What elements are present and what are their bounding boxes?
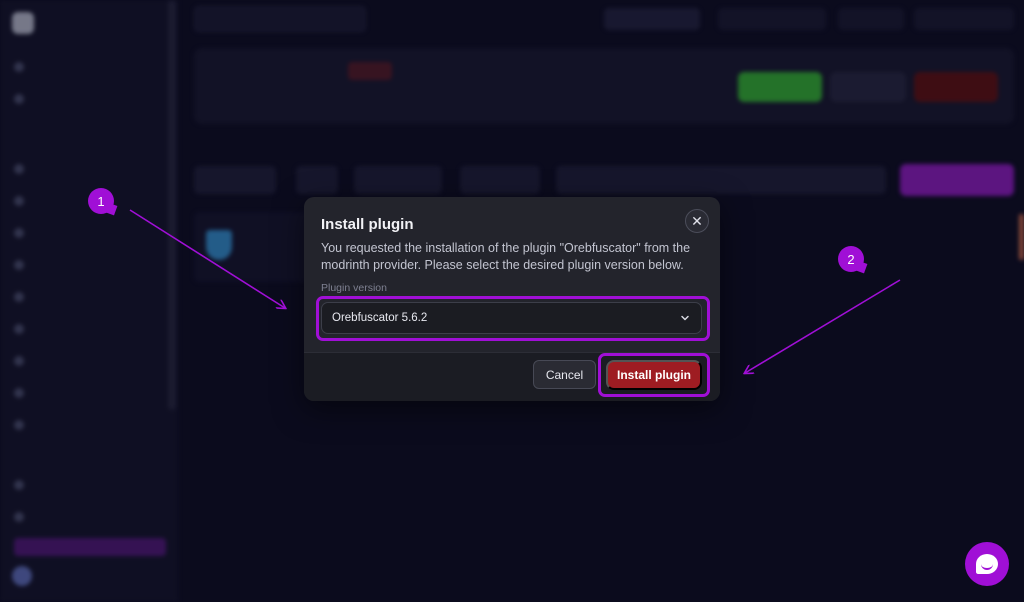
arrow-2	[745, 279, 901, 373]
chat-button[interactable]	[965, 542, 1009, 586]
step-badge-1: 1	[88, 188, 114, 214]
arrow-1	[129, 209, 285, 308]
annotation-arrows	[129, 209, 901, 602]
step-badge-2: 2	[838, 246, 864, 272]
chat-icon	[976, 554, 998, 574]
